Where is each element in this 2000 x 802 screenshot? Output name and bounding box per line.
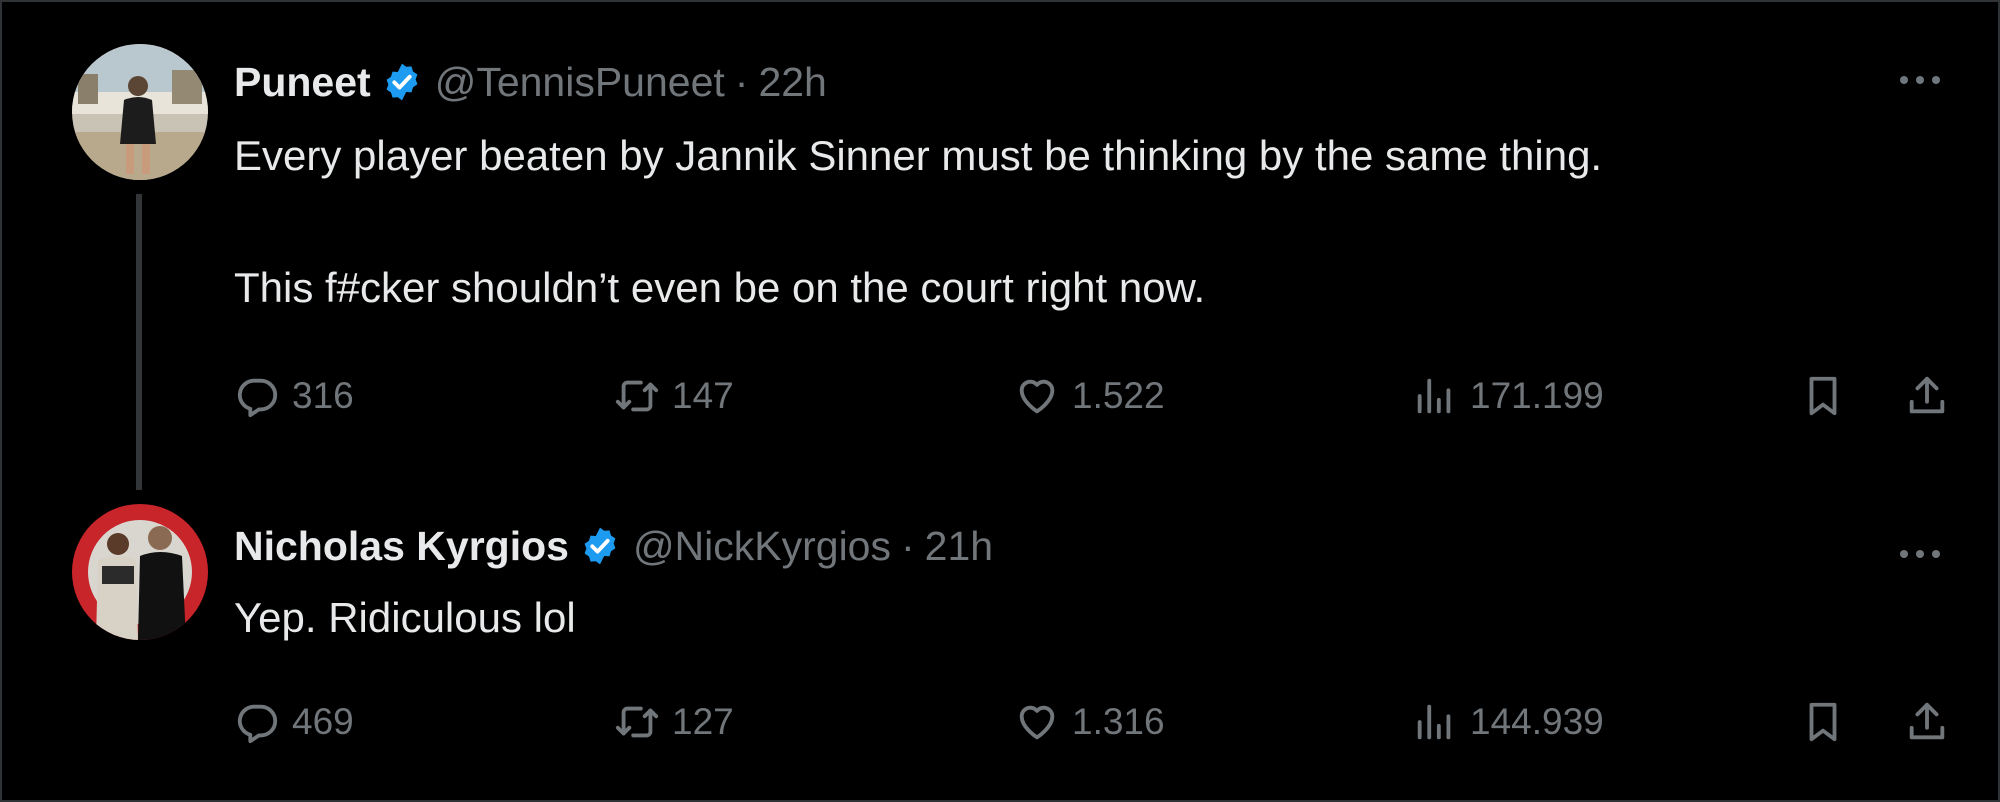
retweet-icon xyxy=(615,706,659,738)
view-count: 171.199 xyxy=(1470,375,1604,416)
tweet-thread: Puneet @TennisPuneet · 22h Every player … xyxy=(0,0,2000,802)
avatar-kyrgios[interactable] xyxy=(72,504,208,640)
reply-icon xyxy=(237,378,278,418)
tweet-kyrgios[interactable]: Nicholas Kyrgios @NickKyrgios · 21h Yep.… xyxy=(2,492,1998,792)
more-options-icon xyxy=(1900,76,1940,84)
tweet-actions: 316 147 1.522 171.199 xyxy=(234,366,1970,426)
bookmark-icon xyxy=(1809,702,1837,742)
avatar-image xyxy=(72,504,208,640)
more-options-button[interactable] xyxy=(1890,60,1950,100)
like-heart-icon xyxy=(1019,379,1055,414)
bookmark-button[interactable] xyxy=(1800,692,1846,752)
like-count: 1.522 xyxy=(1072,375,1165,416)
retweet-count: 127 xyxy=(672,701,734,742)
more-options-icon xyxy=(1900,550,1940,558)
reply-icon xyxy=(237,704,278,744)
views-button[interactable]: 171.199 xyxy=(1412,366,1604,426)
separator-dot: · xyxy=(734,58,749,105)
avatar-image xyxy=(72,44,208,180)
tweet-timestamp[interactable]: 21h xyxy=(925,523,993,570)
retweet-button[interactable]: 127 xyxy=(614,692,734,752)
more-options-button[interactable] xyxy=(1890,534,1950,574)
author-name[interactable]: Nicholas Kyrgios xyxy=(234,523,569,570)
reply-button[interactable]: 316 xyxy=(234,366,354,426)
share-icon xyxy=(1909,702,1945,740)
tweet-actions: 469 127 1.316 144.939 xyxy=(234,692,1970,752)
author-handle[interactable]: @NickKyrgios xyxy=(633,523,891,570)
like-button[interactable]: 1.522 xyxy=(1014,366,1165,426)
views-button[interactable]: 144.939 xyxy=(1412,692,1604,752)
like-button[interactable]: 1.316 xyxy=(1014,692,1165,752)
tweet-timestamp[interactable]: 22h xyxy=(758,59,826,106)
separator-dot: · xyxy=(901,522,915,569)
like-heart-icon xyxy=(1019,705,1055,740)
reply-count: 316 xyxy=(292,375,354,416)
share-icon xyxy=(1909,376,1945,414)
retweet-icon xyxy=(615,380,659,412)
author-handle[interactable]: @TennisPuneet xyxy=(435,59,725,106)
share-button[interactable] xyxy=(1904,366,1950,426)
tweet-header: Puneet @TennisPuneet · 22h xyxy=(234,52,827,112)
tweet-header: Nicholas Kyrgios @NickKyrgios · 21h xyxy=(234,516,993,576)
view-count: 144.939 xyxy=(1470,701,1604,742)
retweet-button[interactable]: 147 xyxy=(614,366,734,426)
views-chart-icon xyxy=(1417,378,1451,414)
retweet-count: 147 xyxy=(672,375,734,416)
verified-badge-icon xyxy=(584,527,616,565)
thread-connector-line xyxy=(136,194,142,490)
tweet-text-line: Yep. Ridiculous lol xyxy=(234,594,576,641)
tweet-text-line: Every player beaten by Jannik Sinner mus… xyxy=(234,132,1603,179)
bookmark-icon xyxy=(1809,376,1837,416)
like-count: 1.316 xyxy=(1072,701,1165,742)
avatar-puneet[interactable] xyxy=(72,44,208,180)
author-name[interactable]: Puneet xyxy=(234,59,371,106)
verified-badge-icon xyxy=(386,63,418,101)
bookmark-button[interactable] xyxy=(1800,366,1846,426)
views-chart-icon xyxy=(1417,704,1451,740)
tweet-puneet[interactable]: Puneet @TennisPuneet · 22h Every player … xyxy=(2,2,1998,492)
tweet-text-line: This f#cker shouldn’t even be on the cou… xyxy=(234,264,1206,311)
reply-button[interactable]: 469 xyxy=(234,692,354,752)
reply-count: 469 xyxy=(292,701,354,742)
share-button[interactable] xyxy=(1904,692,1950,752)
